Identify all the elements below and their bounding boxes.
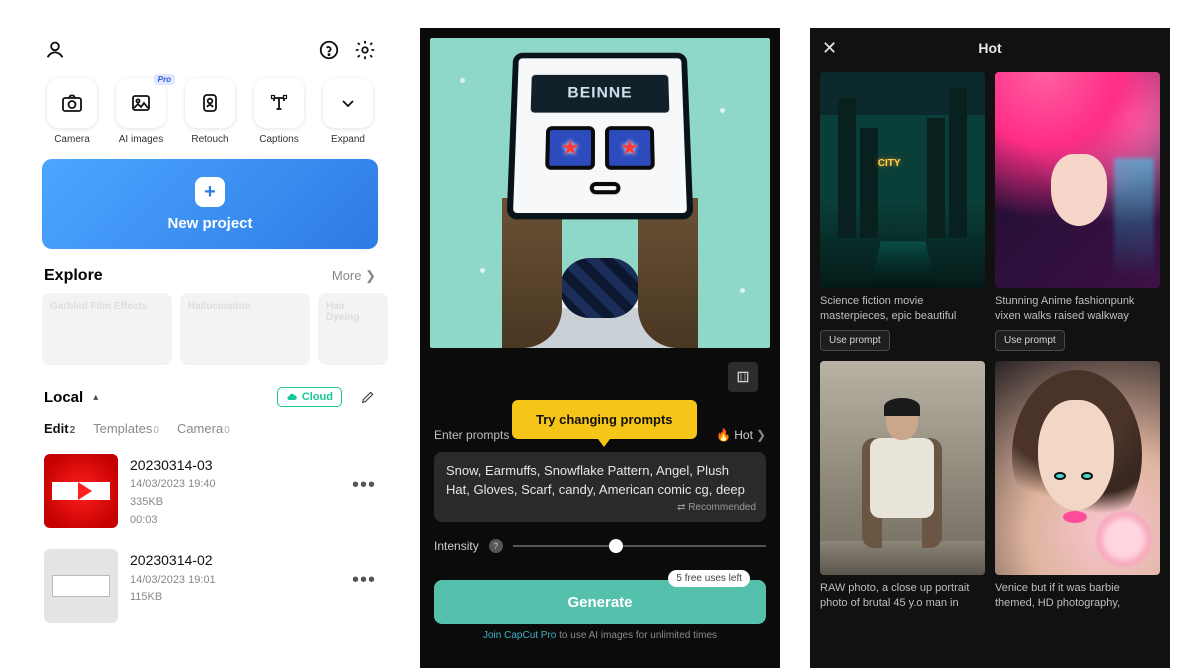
project-more-button[interactable]: ••• [352,549,376,592]
tool-captions[interactable]: Captions [249,78,309,145]
prompt-image: CITY [820,72,985,288]
tool-retouch[interactable]: Retouch [180,78,240,145]
cloud-icon [286,391,298,403]
prompt-image [995,72,1160,288]
prompt-caption: Stunning Anime fashionpunk vixen walks r… [995,294,1160,324]
ai-images-icon [129,91,153,115]
join-pro-text: Join CapCut Pro to use AI images for unl… [420,630,780,641]
intensity-slider[interactable] [513,536,766,556]
tool-camera[interactable]: Camera [42,78,102,145]
prompt-caption: RAW photo, a close up portrait photo of … [820,581,985,611]
help-icon[interactable]: ? [489,539,503,553]
join-pro-link[interactable]: Join CapCut Pro [483,630,556,641]
plus-icon: + [195,177,225,207]
tool-label: Retouch [191,134,228,145]
prompt-image [820,361,985,575]
chevron-down-icon [336,91,360,115]
new-project-button[interactable]: + New project [42,159,378,249]
edit-icon[interactable] [360,389,376,405]
project-name: 20230314-03 [130,454,340,476]
try-tip: Try changing prompts [512,400,697,439]
hot-button[interactable]: 🔥 Hot ❯ [716,428,766,442]
explore-card[interactable]: Hair Dyeing [318,293,388,365]
tab-templates[interactable]: Templates0 [93,421,159,436]
explore-heading: Explore [44,267,103,285]
flame-icon: 🔥 [716,428,731,442]
project-size: 115KB [130,589,340,607]
fullscreen-button[interactable] [728,362,758,392]
prompt-caption: Science fiction movie masterpieces, epic… [820,294,985,324]
project-duration: 00:03 [130,512,340,530]
tool-label: Captions [259,134,298,145]
prompt-card[interactable]: Stunning Anime fashionpunk vixen walks r… [995,72,1160,351]
profile-icon[interactable] [44,39,66,61]
tool-label: Camera [54,134,90,145]
use-prompt-button[interactable]: Use prompt [995,330,1065,351]
project-date: 14/03/2023 19:01 [130,572,340,590]
tool-ai-images[interactable]: Pro AI images [111,78,171,145]
cloud-button[interactable]: Cloud [277,387,342,407]
new-project-label: New project [167,215,252,232]
use-prompt-button[interactable]: Use prompt [820,330,890,351]
local-heading: Local [44,389,83,406]
help-icon[interactable] [318,39,340,61]
project-name: 20230314-02 [130,549,340,571]
prompt-input[interactable]: Snow, Earmuffs, Snowflake Pattern, Angel… [434,452,766,522]
explore-more-button[interactable]: More ❯ [332,268,376,284]
explore-card[interactable]: Hallucination [180,293,310,365]
project-size: 335KB [130,494,340,512]
prompt-caption: Venice but if it was barbie themed, HD p… [995,581,1160,611]
recommended-button[interactable]: ⇄ Recommended [677,501,756,516]
camera-icon [60,91,84,115]
tool-label: AI images [119,134,163,145]
prompt-image [995,361,1160,575]
tab-camera[interactable]: Camera0 [177,421,230,436]
ai-image-screen: BEINNE Try changing prompts Enter prompt… [420,28,780,668]
page-title: Hot [810,40,1170,56]
project-item[interactable]: 20230314-02 14/03/2023 19:01 115KB ••• [30,539,390,623]
generated-image: BEINNE [430,38,770,348]
settings-icon[interactable] [354,39,376,61]
captions-icon [267,91,291,115]
project-thumb [44,454,118,528]
tool-expand[interactable]: Expand [318,78,378,145]
chevron-up-icon[interactable]: ▴ [93,392,98,403]
pro-badge: Pro [154,74,175,85]
retouch-icon [198,91,222,115]
prompt-card[interactable]: RAW photo, a close up portrait photo of … [820,361,985,611]
fullscreen-icon [735,369,751,385]
project-date: 14/03/2023 19:40 [130,476,340,494]
tool-label: Expand [331,134,365,145]
enter-prompts-label: Enter prompts [434,428,509,442]
tab-edit[interactable]: Edit2 [44,421,75,436]
project-more-button[interactable]: ••• [352,454,376,497]
project-item[interactable]: 20230314-03 14/03/2023 19:40 335KB 00:03… [30,444,390,539]
home-screen: Camera Pro AI images Retouch Captions Ex… [30,28,390,668]
intensity-label: Intensity [434,539,479,553]
prompt-card[interactable]: CITY Science fiction movie masterpieces,… [820,72,985,351]
explore-card[interactable]: Garbled Film Effects [42,293,172,365]
uses-left-badge: 5 free uses left [668,570,750,587]
hot-prompts-screen: ✕ Hot CITY Science fiction movie masterp… [810,28,1170,668]
project-thumb [44,549,118,623]
prompt-card[interactable]: Venice but if it was barbie themed, HD p… [995,361,1160,611]
